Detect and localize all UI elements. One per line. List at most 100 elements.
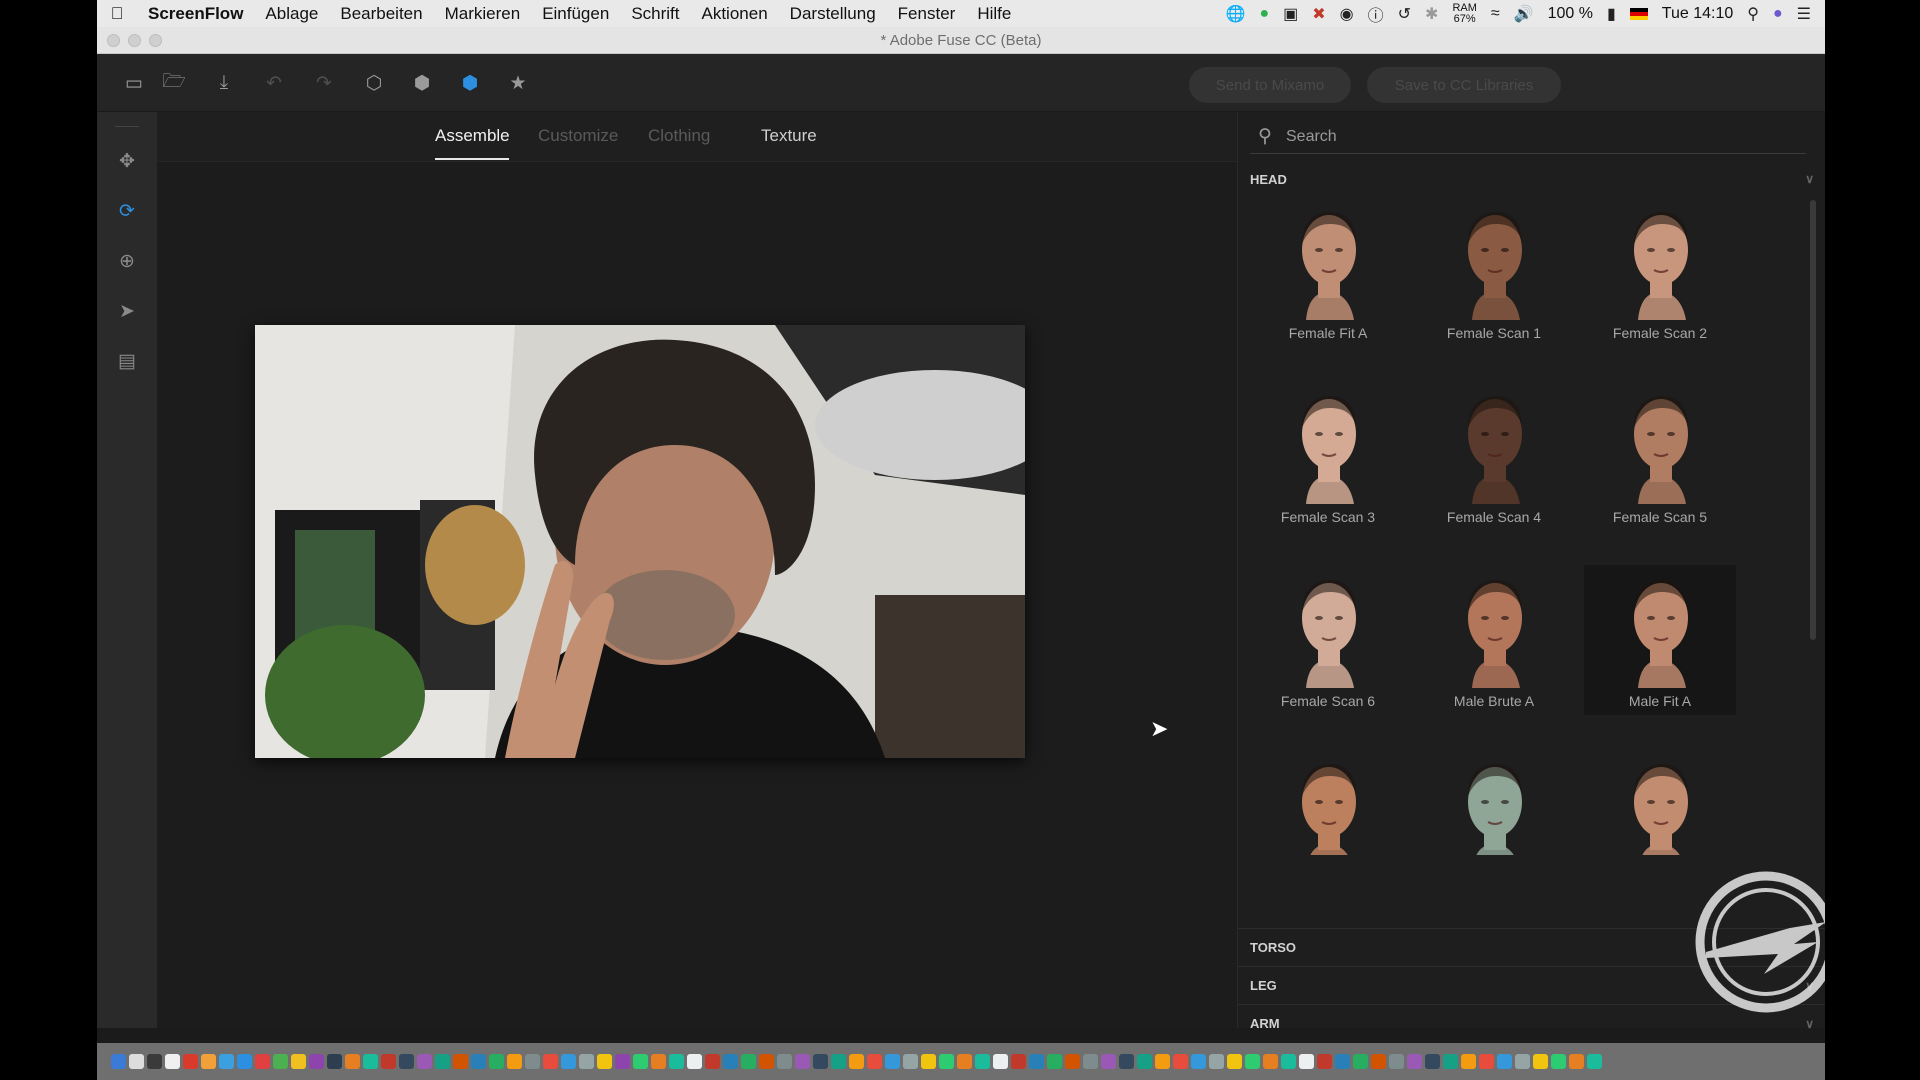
redo-icon[interactable]: ↷ [311,70,337,96]
head-tile[interactable]: Female Scan 2 [1584,197,1736,347]
dock-app-icon[interactable] [1317,1054,1332,1069]
textured-cube-icon[interactable]: ⬢ [457,70,483,96]
dock-app-icon[interactable] [759,1054,774,1069]
favorite-star-icon[interactable]: ★ [505,70,531,96]
shaded-cube-icon[interactable]: ⬢ [409,70,435,96]
tab-customize[interactable]: Customize [538,126,618,146]
new-file-icon[interactable]: ▭ [121,70,147,96]
target-tool-icon[interactable]: ⊕ [114,248,140,274]
dock-app-icon[interactable] [903,1054,918,1069]
dock-app-icon[interactable] [1389,1054,1404,1069]
dock-app-icon[interactable] [201,1054,216,1069]
dock-app-icon[interactable] [363,1054,378,1069]
time-machine-icon[interactable]: ↺ [1398,4,1411,24]
search-input[interactable] [1280,127,1780,146]
dock-app-icon[interactable] [1209,1054,1224,1069]
dock-app-icon[interactable] [1137,1054,1152,1069]
head-tile[interactable]: Female Fit A [1252,197,1404,347]
ram-indicator[interactable]: RAM 67% [1452,2,1476,25]
dock-app-icon[interactable] [777,1054,792,1069]
orbit-tool-icon[interactable]: ⟳ [114,198,140,224]
dock-app-icon[interactable] [921,1054,936,1069]
dock-app-icon[interactable] [561,1054,576,1069]
tab-texture[interactable]: Texture [761,126,817,146]
dock-app-icon[interactable] [543,1054,558,1069]
dock-app-icon[interactable] [1191,1054,1206,1069]
dock-app-icon[interactable] [327,1054,342,1069]
volume-icon[interactable]: 🔊 [1514,4,1534,24]
dock-app-icon[interactable] [669,1054,684,1069]
head-tile[interactable] [1418,749,1570,855]
dock-app-icon[interactable] [453,1054,468,1069]
menu-darstellung[interactable]: Darstellung [779,4,887,24]
spotlight-search-icon[interactable]: ⚲ [1747,4,1759,24]
dock-app-icon[interactable] [723,1054,738,1069]
dock-app-icon[interactable] [939,1054,954,1069]
panel-scrollbar[interactable] [1810,200,1816,640]
send-to-mixamo-button[interactable]: Send to Mixamo [1189,67,1351,103]
frame-tool-icon[interactable]: ▤ [114,348,140,374]
dock-app-icon[interactable] [993,1054,1008,1069]
dock-app-icon[interactable] [309,1054,324,1069]
dock-app-icon[interactable] [1533,1054,1548,1069]
notification-center-icon[interactable]: ☰ [1797,4,1811,24]
dock-app-icon[interactable] [165,1054,180,1069]
bluetooth-icon[interactable]: ✱ [1425,4,1438,24]
dock-app-icon[interactable] [1263,1054,1278,1069]
dock-app-icon[interactable] [489,1054,504,1069]
tab-assemble[interactable]: Assemble [435,126,510,146]
dock-app-icon[interactable] [345,1054,360,1069]
menu-app-screenflow[interactable]: ScreenFlow [137,4,254,24]
dock-app-icon[interactable] [1119,1054,1134,1069]
head-tile[interactable]: Female Scan 6 [1252,565,1404,715]
dock-app-icon[interactable] [651,1054,666,1069]
dock-app-icon[interactable] [795,1054,810,1069]
dock-app-icon[interactable] [1587,1054,1602,1069]
dock-app-icon[interactable] [1443,1054,1458,1069]
dock-app-icon[interactable] [1011,1054,1026,1069]
dock-app-icon[interactable] [867,1054,882,1069]
dock-app-icon[interactable] [435,1054,450,1069]
battery-percent[interactable]: 100 % [1548,5,1593,23]
select-tool-icon[interactable]: ➤ [114,298,140,324]
dock-app-icon[interactable] [1353,1054,1368,1069]
dock-app-icon[interactable] [849,1054,864,1069]
dock-app-icon[interactable] [273,1054,288,1069]
dock-app-icon[interactable] [381,1054,396,1069]
head-tile[interactable]: Female Scan 1 [1418,197,1570,347]
viewport[interactable]: Assemble Customize Clothing Texture ➤ [157,112,1237,1028]
dock-app-icon[interactable] [1407,1054,1422,1069]
dock-app-icon[interactable] [255,1054,270,1069]
dock-app-icon[interactable] [1083,1054,1098,1069]
head-tile[interactable]: Female Scan 5 [1584,381,1736,531]
dock-app-icon[interactable] [687,1054,702,1069]
dock-app-icon[interactable] [975,1054,990,1069]
wifi-icon[interactable]: ≈ [1491,5,1500,23]
dock-app-icon[interactable] [507,1054,522,1069]
dock-app-icon[interactable] [1569,1054,1584,1069]
dock-app-icon[interactable] [1173,1054,1188,1069]
dock-app-icon[interactable] [1461,1054,1476,1069]
dock-app-icon[interactable] [525,1054,540,1069]
dock-app-icon[interactable] [471,1054,486,1069]
globe-icon[interactable]: 🌐 [1226,4,1246,24]
head-tile[interactable]: Female Scan 3 [1252,381,1404,531]
dock-app-icon[interactable] [1029,1054,1044,1069]
menu-hilfe[interactable]: Hilfe [966,4,1022,24]
dock-app-icon[interactable] [1515,1054,1530,1069]
dock-app-icon[interactable] [1497,1054,1512,1069]
move-tool-icon[interactable]: ✥ [114,148,140,174]
menu-fenster[interactable]: Fenster [887,4,967,24]
menu-schrift[interactable]: Schrift [620,4,690,24]
dock-app-icon[interactable] [183,1054,198,1069]
dock-app-icon[interactable] [219,1054,234,1069]
dock-app-icon[interactable] [705,1054,720,1069]
dock-app-icon[interactable] [741,1054,756,1069]
dock-app-icon[interactable] [399,1054,414,1069]
menu-einfuegen[interactable]: Einfügen [531,4,620,24]
section-header-head[interactable]: HEAD ∨ [1238,160,1825,198]
display-icon[interactable]: ▣ [1283,4,1298,24]
tab-clothing[interactable]: Clothing [648,126,710,146]
dock-app-icon[interactable] [1155,1054,1170,1069]
menu-aktionen[interactable]: Aktionen [691,4,779,24]
